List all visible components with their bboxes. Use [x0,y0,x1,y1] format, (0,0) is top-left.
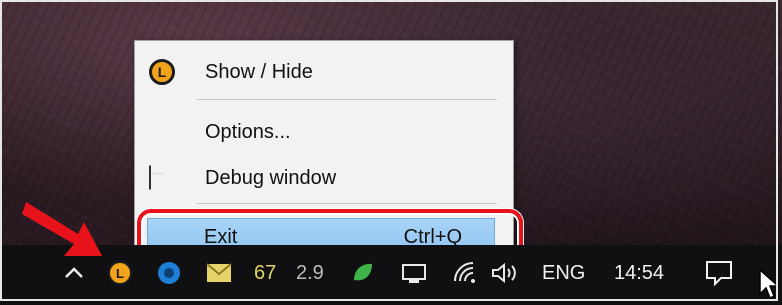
app-tray-icon[interactable]: L [108,245,132,301]
network-icon[interactable] [400,245,428,301]
menu-item-options[interactable]: Options... [135,113,513,151]
wifi-icon[interactable] [452,245,480,301]
menu-separator [197,99,497,100]
menu-item-label: Show / Hide [205,60,313,83]
mail-icon[interactable] [206,245,232,301]
tray-app-icon[interactable] [156,245,182,301]
menu-item-show-hide[interactable]: L Show / Hide [135,53,513,91]
mouse-cursor-icon [759,268,780,300]
tray-value[interactable]: 67 [254,245,276,301]
menu-separator [197,203,497,204]
taskbar: L 67 2.9 ENG 14:54 [0,245,782,305]
input-language-indicator[interactable]: ENG [542,245,585,301]
red-arrow-annotation [22,202,102,256]
menu-item-label: Options... [205,120,291,143]
menu-item-debug-window[interactable]: Debug window [135,159,513,197]
app-logo-icon: L [149,59,175,85]
tray-value[interactable]: 2.9 [296,245,324,301]
green-app-icon[interactable] [350,245,376,301]
menu-item-label: Debug window [205,166,337,189]
clock[interactable]: 14:54 [614,245,664,301]
volume-icon[interactable] [490,245,522,301]
action-center-icon[interactable] [704,245,734,301]
terminal-icon [149,165,151,190]
